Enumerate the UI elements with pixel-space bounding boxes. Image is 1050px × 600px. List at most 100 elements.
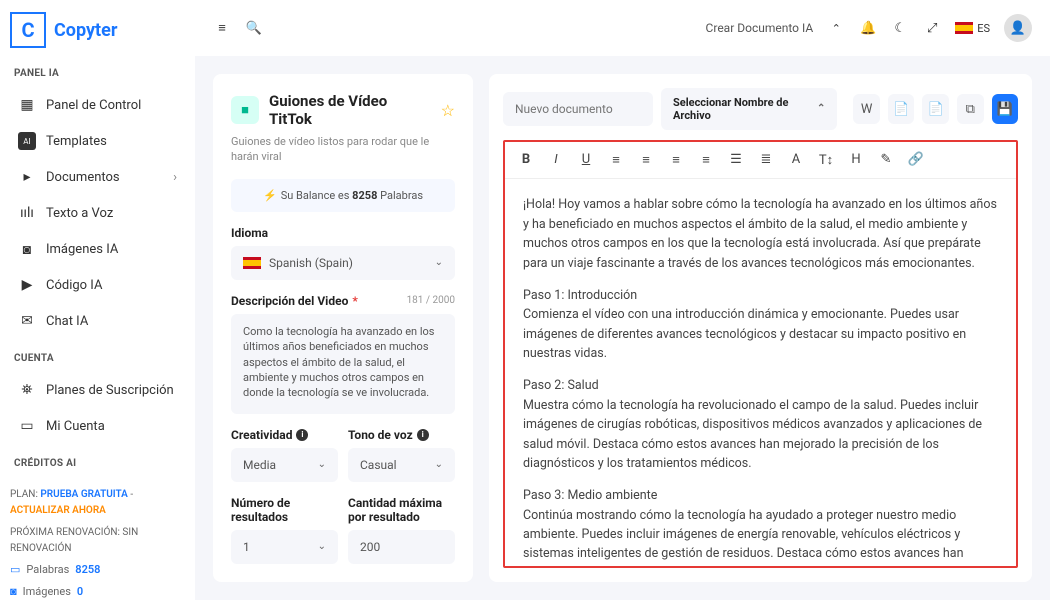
nav-label: Imágenes IA bbox=[46, 242, 118, 257]
nav-codigo[interactable]: ▶ Código IA bbox=[10, 267, 185, 303]
topbar: ≡ 🔍 Crear Documento IA ⌃ 🔔 ☾ ⤢ ES 👤 bbox=[195, 0, 1050, 56]
nav-label: Planes de Suscripción bbox=[46, 383, 174, 398]
nav-imagenes[interactable]: ◙ Imágenes IA bbox=[10, 231, 185, 267]
chevron-down-icon: ⌄ bbox=[318, 459, 326, 470]
account-icon: ▭ bbox=[18, 417, 36, 435]
template-form-panel: ■ Guiones de Vídeo TitTok ☆ Guiones de v… bbox=[213, 74, 473, 582]
fullscreen-icon[interactable]: ⤢ bbox=[923, 19, 941, 37]
renewal-text: PRÓXIMA RENOVACIÓN: SIN RENOVACIÓN bbox=[10, 525, 185, 557]
nav-chat[interactable]: ✉Chat IA bbox=[10, 303, 185, 339]
nav-label: Chat IA bbox=[46, 314, 88, 329]
heading-button[interactable]: H bbox=[847, 152, 865, 168]
align-center-button[interactable]: ≡ bbox=[637, 152, 655, 168]
images-stat: ◙Imágenes 0 bbox=[10, 583, 185, 600]
cantmax-label: Cantidad máxima por resultado bbox=[348, 496, 455, 524]
tono-label: Tono de vozi bbox=[348, 428, 455, 442]
nav-label: Mi Cuenta bbox=[46, 419, 105, 434]
nav-texto-voz[interactable]: ıılıTexto a Voz bbox=[10, 195, 185, 231]
logo-icon: C bbox=[10, 12, 46, 48]
video-script-icon: ■ bbox=[231, 96, 259, 124]
export-pdf-button[interactable]: 📄 bbox=[888, 94, 915, 124]
nav-label: Panel de Control bbox=[46, 98, 141, 113]
create-doc-link[interactable]: Crear Documento IA bbox=[706, 21, 814, 35]
info-icon[interactable]: i bbox=[296, 429, 308, 441]
desc-textarea[interactable]: Como la tecnología ha avanzado en los úl… bbox=[231, 314, 455, 414]
credits-block: PLAN: PRUEBA GRATUITA - ACTUALIZAR AHORA… bbox=[10, 487, 185, 600]
document-panel: Seleccionar Nombre de Archivo⌃ W 📄 📄 ⧉ 💾… bbox=[489, 74, 1032, 582]
numres-select[interactable]: 1⌄ bbox=[231, 530, 338, 564]
creatividad-select[interactable]: Media⌄ bbox=[231, 448, 338, 482]
plan-name[interactable]: PRUEBA GRATUITA bbox=[40, 489, 128, 500]
subscription-icon: ⛯ bbox=[18, 381, 36, 399]
format-toolbar: B I U ≡ ≡ ≡ ≡ ☰ ≣ A T↕ H ✎ 🔗 bbox=[505, 142, 1016, 179]
align-left-button[interactable]: ≡ bbox=[607, 152, 625, 168]
copy-button[interactable]: ⧉ bbox=[957, 94, 984, 124]
desc-label: Descripción del Video*181 / 2000 bbox=[231, 294, 455, 308]
paragraph: ¡Hola! Hoy vamos a hablar sobre cómo la … bbox=[523, 195, 998, 273]
bold-button[interactable]: B bbox=[517, 152, 535, 168]
avatar[interactable]: 👤 bbox=[1004, 14, 1032, 42]
numres-label: Número de resultados bbox=[231, 496, 338, 524]
nav-cuenta[interactable]: ▭ Mi Cuenta bbox=[10, 408, 185, 444]
nav-documentos[interactable]: ▸Documentos› bbox=[10, 159, 185, 195]
doc-toolbar: Seleccionar Nombre de Archivo⌃ W 📄 📄 ⧉ 💾 bbox=[503, 88, 1018, 130]
paragraph: Paso 3: Medio ambienteContinúa mostrando… bbox=[523, 486, 998, 566]
sidebar: C Copyter PANEL IA ▦Panel de Control AIT… bbox=[0, 0, 195, 600]
chevron-down-icon: ⌄ bbox=[435, 459, 443, 470]
panel-subtitle: Guiones de vídeo listos para rodar que l… bbox=[231, 134, 455, 165]
idioma-label: Idioma bbox=[231, 226, 455, 240]
underline-button[interactable]: U bbox=[577, 152, 595, 168]
info-icon[interactable]: i bbox=[417, 429, 429, 441]
font-size-button[interactable]: T↕ bbox=[817, 152, 835, 168]
italic-button[interactable]: I bbox=[547, 152, 565, 168]
font-button[interactable]: A bbox=[787, 152, 805, 168]
chevron-up-icon[interactable]: ⌃ bbox=[827, 19, 845, 37]
doc-name-input[interactable] bbox=[503, 92, 653, 126]
section-creditos: CRÉDITOS AI bbox=[14, 458, 185, 469]
flag-es-icon bbox=[243, 257, 261, 269]
clean-button[interactable]: ✎ bbox=[877, 152, 895, 168]
cantmax-input[interactable]: 200 bbox=[348, 530, 455, 564]
paragraph: Paso 2: SaludMuestra cómo la tecnología … bbox=[523, 376, 998, 473]
paragraph: Paso 1: IntroducciónComienza el vídeo co… bbox=[523, 286, 998, 364]
templates-icon: AI bbox=[18, 132, 36, 150]
chevron-down-icon: ⌄ bbox=[435, 257, 443, 268]
ordered-list-button[interactable]: ☰ bbox=[727, 152, 745, 168]
nav-label: Documentos bbox=[46, 170, 120, 185]
menu-icon[interactable]: ≡ bbox=[213, 19, 231, 37]
words-icon: ▭ bbox=[10, 561, 20, 579]
code-icon: ▶ bbox=[18, 276, 36, 294]
bolt-icon: ⚡ bbox=[263, 189, 277, 202]
editor-body[interactable]: ¡Hola! Hoy vamos a hablar sobre cómo la … bbox=[505, 179, 1016, 566]
editor-frame: B I U ≡ ≡ ≡ ≡ ☰ ≣ A T↕ H ✎ 🔗 bbox=[503, 140, 1018, 568]
nav-planes[interactable]: ⛯ Planes de Suscripción bbox=[10, 372, 185, 408]
moon-icon[interactable]: ☾ bbox=[891, 19, 909, 37]
language-selector[interactable]: ES bbox=[955, 22, 990, 35]
images-stat-icon: ◙ bbox=[10, 583, 17, 600]
logo[interactable]: C Copyter bbox=[10, 12, 185, 48]
search-icon[interactable]: 🔍 bbox=[245, 19, 263, 37]
nav-label: Código IA bbox=[46, 278, 102, 293]
align-right-button[interactable]: ≡ bbox=[667, 152, 685, 168]
save-button[interactable]: 💾 bbox=[992, 94, 1019, 124]
export-txt-button[interactable]: 📄 bbox=[922, 94, 949, 124]
favorite-star-icon[interactable]: ☆ bbox=[441, 101, 455, 120]
doc-file-select[interactable]: Seleccionar Nombre de Archivo⌃ bbox=[661, 88, 837, 130]
nav-panel-control[interactable]: ▦Panel de Control bbox=[10, 87, 185, 123]
upgrade-link[interactable]: ACTUALIZAR AHORA bbox=[10, 505, 106, 516]
chevron-down-icon: ⌄ bbox=[318, 541, 326, 552]
link-button[interactable]: 🔗 bbox=[907, 152, 925, 168]
bell-icon[interactable]: 🔔 bbox=[859, 19, 877, 37]
unordered-list-button[interactable]: ≣ bbox=[757, 152, 775, 168]
voice-icon: ıılı bbox=[18, 204, 36, 222]
nav-templates[interactable]: AI Templates bbox=[10, 123, 185, 159]
images-icon: ◙ bbox=[18, 240, 36, 258]
tono-select[interactable]: Casual⌄ bbox=[348, 448, 455, 482]
align-justify-button[interactable]: ≡ bbox=[697, 152, 715, 168]
flag-es-icon bbox=[955, 22, 973, 34]
documents-icon: ▸ bbox=[18, 168, 36, 186]
nav-label: Templates bbox=[46, 134, 107, 149]
panel-title: Guiones de Vídeo TitTok bbox=[269, 92, 431, 128]
idioma-select[interactable]: Spanish (Spain)⌄ bbox=[231, 246, 455, 280]
export-word-button[interactable]: W bbox=[853, 94, 880, 124]
